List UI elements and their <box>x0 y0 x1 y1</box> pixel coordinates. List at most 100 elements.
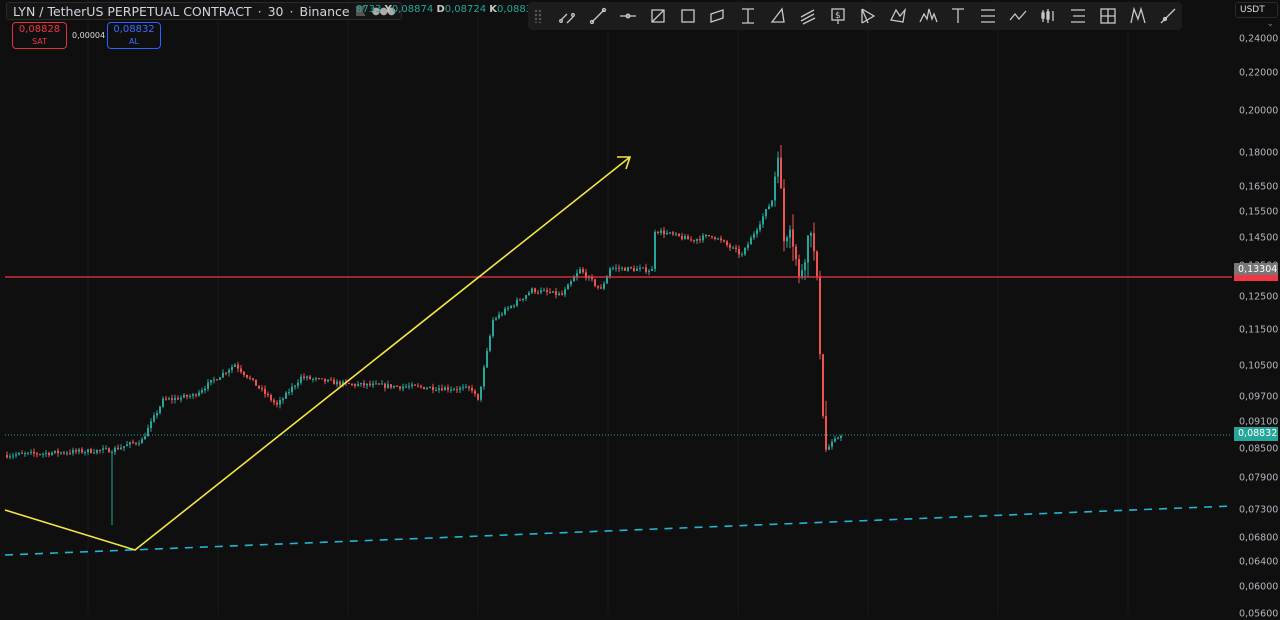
candle <box>522 298 524 302</box>
xabcd-pattern-tool-button[interactable] <box>886 4 910 28</box>
support-trendline[interactable] <box>4 505 1232 556</box>
trend-arrow[interactable] <box>4 156 631 551</box>
candle <box>831 439 833 450</box>
parallel-channel-tool-button[interactable] <box>556 4 580 28</box>
candle <box>618 264 620 273</box>
candle <box>39 453 41 456</box>
ohlc-values: 8733 Y0,08874 D0,08724 K0,08832 <box>356 4 538 15</box>
candle <box>741 252 743 257</box>
gann-fan-icon <box>861 8 876 24</box>
candle <box>399 386 401 391</box>
gann-fan-tool-button[interactable] <box>856 4 880 28</box>
candle <box>75 448 77 455</box>
candle <box>648 268 650 276</box>
candle <box>108 447 110 453</box>
parallelogram-tool-button[interactable] <box>706 4 730 28</box>
candle <box>270 393 272 403</box>
last-price-badge[interactable]: 0,08832 <box>1234 427 1278 442</box>
pitchfork-lines-tool-button[interactable] <box>796 4 820 28</box>
ray-tool-button[interactable] <box>1156 4 1180 28</box>
symbol-name: LYN / TetherUS PERPETUAL CONTRACT <box>13 3 252 19</box>
candle <box>93 448 95 454</box>
candle <box>828 444 830 451</box>
triangle-tool-button[interactable] <box>766 4 790 28</box>
candle <box>201 387 203 395</box>
candle <box>279 396 281 409</box>
candle <box>819 270 821 360</box>
price-chart[interactable] <box>0 0 1232 614</box>
candle <box>657 230 659 235</box>
candle <box>144 432 146 440</box>
candle <box>708 235 710 237</box>
candle <box>51 451 53 456</box>
candle <box>213 376 215 384</box>
candle <box>294 384 296 390</box>
fib-retracement-tool-button[interactable] <box>976 4 1000 28</box>
candle <box>504 306 506 316</box>
fib-extension-tool-button[interactable] <box>1066 4 1090 28</box>
candle <box>375 380 377 385</box>
candle <box>756 227 758 238</box>
parallel-channel-icon <box>559 13 575 24</box>
candle <box>564 286 566 298</box>
candle <box>582 267 584 274</box>
horizontal-ray-icon <box>620 13 636 19</box>
candle <box>384 382 386 392</box>
candle <box>330 377 332 381</box>
trend-line-tool-button[interactable] <box>586 4 610 28</box>
candle <box>210 379 212 386</box>
candle <box>162 396 164 408</box>
candle <box>126 440 128 447</box>
date-price-range-tool-button[interactable] <box>1096 4 1120 28</box>
horizontal-ray-tool-button[interactable] <box>616 4 640 28</box>
candle <box>264 385 266 398</box>
currency-select[interactable]: USDT ⌄ <box>1235 2 1278 29</box>
candle <box>633 265 635 273</box>
candle <box>597 285 599 290</box>
text-icon <box>952 8 964 23</box>
drag-handle-icon[interactable] <box>534 9 542 23</box>
buy-price: 0,08832 <box>113 24 155 35</box>
price-tick: 0,09700 <box>1239 391 1279 403</box>
candle <box>15 451 17 458</box>
candle <box>180 395 182 403</box>
buy-button[interactable]: 0,08832 AL <box>107 22 161 49</box>
candle <box>357 381 359 387</box>
candle <box>678 233 680 237</box>
sell-price: 0,08828 <box>18 24 61 35</box>
symbol-legend[interactable]: LYN / TetherUS PERPETUAL CONTRACT · 30 · B… <box>6 2 402 20</box>
rectangle-tool-button[interactable] <box>676 4 700 28</box>
alert-line-badge[interactable] <box>1234 275 1278 282</box>
candle <box>516 297 518 308</box>
rectangle-pattern-tool-button[interactable] <box>646 4 670 28</box>
candle <box>723 239 725 243</box>
candle <box>24 451 26 457</box>
drawing-toolbar: $ <box>528 2 1182 30</box>
price-label-tool-button[interactable]: $ <box>826 4 850 28</box>
candle <box>690 236 692 242</box>
low-label: D <box>436 4 445 15</box>
candle <box>675 231 677 237</box>
path-tool-button[interactable] <box>1006 4 1030 28</box>
text-tool-button[interactable] <box>946 4 970 28</box>
head-shoulders-tool-button[interactable] <box>916 4 940 28</box>
head-shoulders-icon <box>919 8 938 23</box>
candle <box>480 386 482 402</box>
candles-tool-button[interactable] <box>1036 4 1060 28</box>
candle <box>81 447 83 454</box>
candle <box>66 450 68 456</box>
candle <box>447 384 449 393</box>
candle <box>363 380 365 388</box>
candle <box>18 452 20 456</box>
candle <box>48 451 50 458</box>
candle <box>456 385 458 394</box>
sell-button[interactable]: 0,08828 SAT <box>12 22 67 49</box>
candle <box>714 236 716 241</box>
price-axis[interactable]: 0,24000 0,22000 0,20000 0,18000 0,16500 0,155… <box>1232 0 1280 620</box>
price-range-tool-button[interactable] <box>736 4 760 28</box>
cypher-pattern-tool-button[interactable] <box>1126 4 1150 28</box>
candle <box>624 266 626 271</box>
currency-label: USDT <box>1240 5 1265 15</box>
price-tick: 0,07300 <box>1239 504 1279 516</box>
candle <box>777 151 779 184</box>
